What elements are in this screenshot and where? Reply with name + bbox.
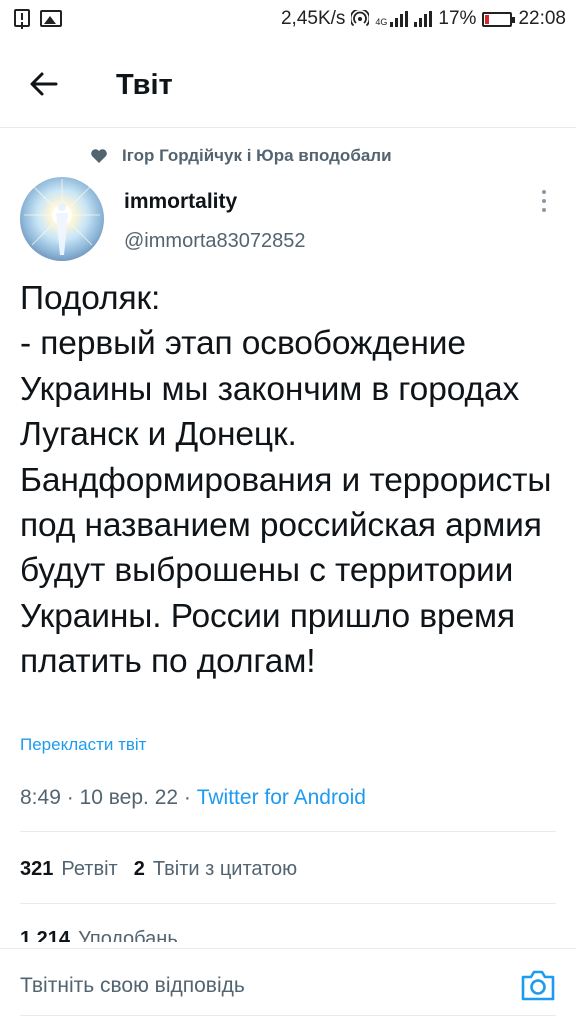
tweet-client-link[interactable]: Twitter for Android — [197, 786, 366, 809]
reply-input[interactable]: Твітніть свою відповідь — [20, 974, 245, 998]
social-context[interactable]: Ігор Гордійчук і Юра вподобали — [90, 146, 392, 166]
divider — [20, 903, 556, 904]
translate-tweet-link[interactable]: Перекласти твіт — [20, 735, 146, 755]
status-bar: 2,45K/s 4G 17% 22:08 — [0, 0, 576, 40]
page-title: Твіт — [116, 69, 173, 101]
tweet-metadata: 8:49 · 10 вер. 22 · Twitter for Android — [20, 786, 366, 809]
hotspot-icon — [351, 10, 370, 27]
battery-icon — [482, 11, 516, 27]
alert-icon — [14, 9, 30, 27]
top-app-bar: Твіт — [0, 40, 576, 128]
engagement-stats: 321 Ретвіт 2 Твіти з цитатою — [20, 858, 297, 881]
heart-icon — [91, 149, 107, 163]
camera-icon[interactable] — [519, 967, 557, 1003]
divider — [20, 831, 556, 832]
retweets-stat[interactable]: 321 Ретвіт — [20, 858, 118, 881]
quotes-stat[interactable]: 2 Твіти з цитатою — [134, 858, 297, 881]
author-name[interactable]: immortality — [124, 190, 237, 214]
avatar-figure-icon — [24, 179, 100, 255]
network-speed: 2,45K/s — [280, 8, 346, 29]
battery-percent: 17% — [438, 8, 477, 29]
back-arrow-icon[interactable] — [26, 66, 62, 102]
reply-bar: Твітніть свою відповідь — [0, 948, 576, 1024]
avatar[interactable] — [20, 177, 104, 261]
more-options-icon[interactable] — [532, 190, 556, 218]
image-notification-icon — [40, 9, 62, 27]
signal-4g-icon: 4G — [375, 11, 409, 27]
clock: 22:08 — [518, 8, 566, 29]
liked-by-text: Ігор Гордійчук і Юра вподобали — [122, 146, 392, 165]
tweet-time: 8:49 — [20, 786, 61, 809]
signal-icon — [414, 11, 433, 27]
likes-stat[interactable]: 1 214 Уподобань — [20, 928, 178, 942]
reply-underline — [20, 1015, 556, 1016]
tweet-date: 10 вер. 22 — [79, 786, 179, 809]
author-handle[interactable]: @immorta83072852 — [124, 230, 306, 253]
tweet-text: Подоляк: - первый этап освобождение Укра… — [20, 280, 552, 681]
